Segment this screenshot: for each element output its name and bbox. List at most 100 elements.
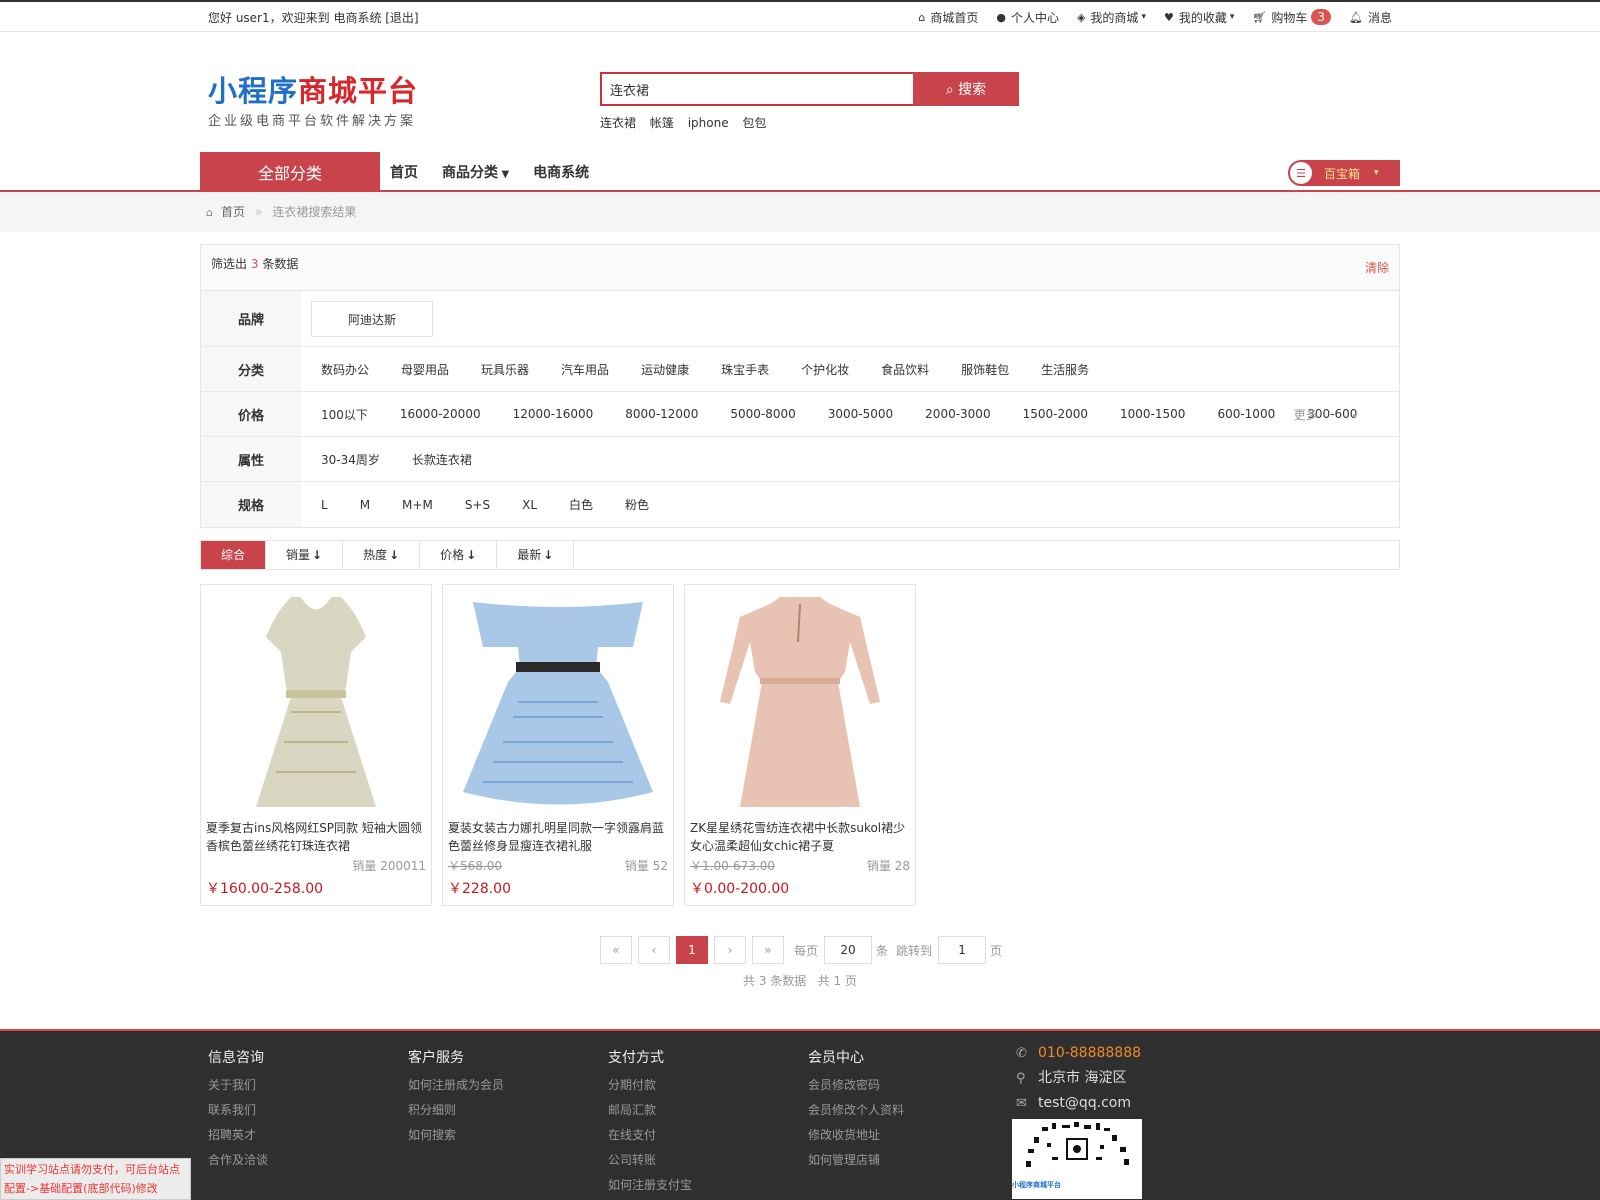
- price-option[interactable]: 8000-12000: [625, 407, 698, 421]
- per-page-label: 每页: [793, 943, 818, 958]
- product-image[interactable]: [690, 589, 910, 815]
- footer-link[interactable]: 关于我们: [208, 1073, 408, 1098]
- category-option[interactable]: 母婴用品: [401, 361, 449, 378]
- more-prices-label: 更多: [1293, 407, 1318, 422]
- search-button[interactable]: ⌕ 搜索: [913, 72, 1019, 106]
- price-option[interactable]: 1500-2000: [1023, 407, 1088, 421]
- spec-option[interactable]: L: [321, 498, 328, 512]
- category-option[interactable]: 数码办公: [321, 361, 369, 378]
- product-image[interactable]: [206, 589, 426, 815]
- category-option[interactable]: 生活服务: [1041, 361, 1089, 378]
- footer-link[interactable]: 招聘英才: [208, 1123, 408, 1148]
- all-categories-button[interactable]: 全部分类: [200, 152, 380, 192]
- spec-option[interactable]: 白色: [569, 496, 593, 513]
- product-title[interactable]: ZK星星绣花雪纺连衣裙中长款sukol裙少女心温柔超仙女chic裙子夏: [690, 819, 910, 855]
- price-option[interactable]: 16000-20000: [400, 407, 481, 421]
- site-logo[interactable]: 小程序商城平台 企业级电商平台软件解决方案: [208, 74, 418, 129]
- spec-option[interactable]: M+M: [402, 498, 433, 512]
- nav-link-ecommerce[interactable]: 电商系统: [533, 162, 589, 182]
- product-card[interactable]: ZK星星绣花雪纺连衣裙中长款sukol裙少女心温柔超仙女chic裙子夏 ￥1.0…: [684, 584, 916, 906]
- attribute-option[interactable]: 长款连衣裙: [412, 451, 472, 468]
- page-prev-button[interactable]: ‹: [637, 936, 670, 964]
- brand-option[interactable]: 阿迪达斯: [311, 300, 433, 337]
- hot-keyword[interactable]: 帐篷: [650, 116, 674, 130]
- category-option[interactable]: 食品饮料: [881, 361, 929, 378]
- sort-popularity-label: 热度: [363, 548, 388, 562]
- category-option[interactable]: 运动健康: [641, 361, 689, 378]
- bell-icon: 🔔︎: [1349, 10, 1363, 24]
- per-page-unit: 条: [875, 943, 888, 958]
- sort-price[interactable]: 价格 ↓: [420, 541, 498, 569]
- cart-count-badge: 3: [1311, 9, 1332, 25]
- spec-option[interactable]: M: [360, 498, 370, 512]
- page-next-button[interactable]: ›: [713, 936, 746, 964]
- footer-link[interactable]: 如何搜索: [408, 1123, 608, 1148]
- per-page-input[interactable]: [823, 936, 872, 964]
- sort-comprehensive[interactable]: 综合: [201, 541, 267, 569]
- page-number-button[interactable]: 1: [675, 936, 708, 964]
- nav-link-categories[interactable]: 商品分类 ▼: [442, 162, 509, 182]
- footer-link[interactable]: 如何注册支付宝: [608, 1173, 808, 1198]
- footer-link[interactable]: 合作及洽谈: [208, 1148, 408, 1173]
- product-title[interactable]: 夏装女装古力娜扎明星同款一字领露肩蓝色蕾丝修身显瘦连衣裙礼服: [448, 819, 668, 855]
- footer-link[interactable]: 如何注册成为会员: [408, 1073, 608, 1098]
- link-mall-home[interactable]: ⌂ 商城首页: [918, 9, 978, 26]
- link-personal-center[interactable]: ● 个人中心: [996, 9, 1059, 26]
- link-my-store[interactable]: ◈ 我的商城 ▾: [1077, 9, 1146, 26]
- price-option[interactable]: 12000-16000: [513, 407, 594, 421]
- breadcrumb-home[interactable]: 首页: [221, 205, 245, 219]
- footer-link[interactable]: 会员修改个人资料: [808, 1098, 1008, 1123]
- footer-link[interactable]: 积分细则: [408, 1098, 608, 1123]
- price-option[interactable]: 1000-1500: [1120, 407, 1185, 421]
- link-my-favorites[interactable]: ♥ 我的收藏 ▾: [1164, 9, 1234, 26]
- greeting-text[interactable]: 您好 user1，欢迎来到 电商系统 [退出]: [208, 9, 419, 26]
- link-messages[interactable]: 🔔︎ 消息: [1349, 9, 1392, 26]
- price-option[interactable]: 5000-8000: [730, 407, 795, 421]
- footer-link[interactable]: 如何管理店铺: [808, 1148, 1008, 1173]
- spec-option[interactable]: XL: [522, 498, 537, 512]
- page-first-button[interactable]: «: [599, 936, 632, 964]
- hot-keyword[interactable]: 连衣裙: [600, 116, 636, 130]
- hot-keyword[interactable]: iphone: [688, 116, 729, 130]
- sort-sales[interactable]: 销量 ↓: [266, 541, 344, 569]
- attribute-option[interactable]: 30-34周岁: [321, 451, 380, 468]
- treasure-box-button[interactable]: ☰ 百宝箱 ▾: [1288, 160, 1400, 186]
- footer-link[interactable]: 会员修改密码: [808, 1073, 1008, 1098]
- spec-option[interactable]: 粉色: [625, 496, 649, 513]
- nav-link-home[interactable]: 首页: [390, 162, 418, 182]
- product-card[interactable]: 夏装女装古力娜扎明星同款一字领露肩蓝色蕾丝修身显瘦连衣裙礼服 ￥568.00 销量…: [442, 584, 674, 906]
- sort-newest[interactable]: 最新 ↓: [497, 541, 575, 569]
- spec-option[interactable]: S+S: [465, 498, 490, 512]
- clear-filters-button[interactable]: 清除: [1365, 245, 1389, 290]
- link-cart[interactable]: 🛒︎ 购物车 3: [1252, 9, 1332, 26]
- search-input[interactable]: [600, 72, 913, 106]
- category-option[interactable]: 珠宝手表: [721, 361, 769, 378]
- product-card[interactable]: 夏季复古ins风格网红SP同款 短袖大圆领香槟色蕾丝绣花钉珠连衣裙 销量 200…: [200, 584, 432, 906]
- footer-link[interactable]: 分期付款: [608, 1073, 808, 1098]
- price-option[interactable]: 100以下: [321, 406, 368, 423]
- category-option[interactable]: 玩具乐器: [481, 361, 529, 378]
- footer-link[interactable]: 公司转账: [608, 1148, 808, 1173]
- page-last-button[interactable]: »: [751, 936, 784, 964]
- jump-page-input[interactable]: [938, 936, 987, 964]
- category-option[interactable]: 服饰鞋包: [961, 361, 1009, 378]
- price-option[interactable]: 3000-5000: [828, 407, 893, 421]
- price-option[interactable]: 600-1000: [1217, 407, 1275, 421]
- product-title[interactable]: 夏季复古ins风格网红SP同款 短袖大圆领香槟色蕾丝绣花钉珠连衣裙: [206, 819, 426, 855]
- filter-count: 筛选出 3 条数据: [211, 245, 298, 290]
- sort-popularity[interactable]: 热度 ↓: [343, 541, 421, 569]
- footer-link[interactable]: 邮局汇款: [608, 1098, 808, 1123]
- product-image[interactable]: [448, 589, 668, 815]
- filter-row-category: 分类 数码办公 母婴用品 玩具乐器 汽车用品 运动健康 珠宝手表 个护化妆 食品饮料 服饰鞋包 生…: [201, 347, 1399, 392]
- category-option[interactable]: 个护化妆: [801, 361, 849, 378]
- footer-link[interactable]: 在线支付: [608, 1123, 808, 1148]
- main-nav: 全部分类 首页 商品分类 ▼ 电商系统 ☰ 百宝箱 ▾: [0, 152, 1600, 192]
- filter-count-number: 3: [250, 257, 259, 271]
- header: 小程序商城平台 企业级电商平台软件解决方案 ⌕ 搜索 连衣裙 帐篷 iphone…: [0, 32, 1600, 152]
- footer-link[interactable]: 联系我们: [208, 1098, 408, 1123]
- price-option[interactable]: 2000-3000: [925, 407, 990, 421]
- hot-keyword[interactable]: 包包: [742, 116, 766, 130]
- category-option[interactable]: 汽车用品: [561, 361, 609, 378]
- footer-link[interactable]: 修改收货地址: [808, 1123, 1008, 1148]
- more-prices-button[interactable]: 更多 ▾: [1294, 406, 1389, 423]
